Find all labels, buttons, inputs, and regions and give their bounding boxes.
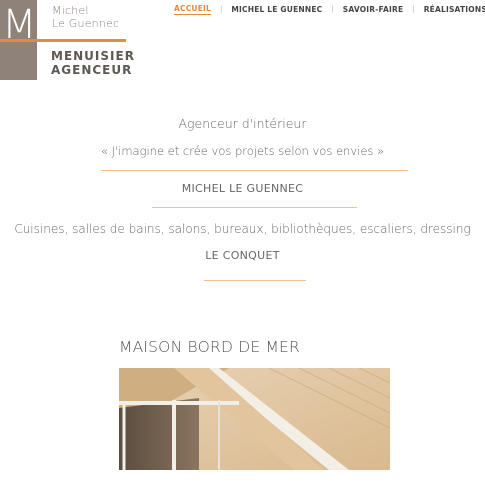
logo-accent-bar [0, 39, 37, 42]
intro-name: MICHEL LE GUENNEC [181, 182, 304, 195]
logo-tagline-1: MENUISIER [51, 49, 135, 63]
project-photo[interactable] [119, 368, 390, 470]
divider [152, 207, 357, 208]
intro-subtitle: Agenceur d'intérieur [178, 116, 307, 131]
nav-item-michel-le-guennec[interactable]: MICHEL LE GUENNEC [231, 5, 322, 14]
site-logo[interactable]: MLG Michel Le Guennec MENUISIER AGENCEUR [0, 0, 135, 82]
nav-separator: | [412, 5, 415, 13]
intro-services: Cuisines, salles de bains, salons, burea… [14, 222, 471, 236]
nav-item-savoir-faire[interactable]: SAVOIR-FAIRE [343, 5, 404, 14]
main-nav: ACCUEIL | MICHEL LE GUENNEC | SAVOIR-FAI… [174, 3, 485, 15]
divider [101, 170, 408, 171]
logo-divider [37, 39, 126, 42]
intro-quote: « J'imagine et crée vos projets selon vo… [100, 144, 385, 158]
nav-separator: | [220, 5, 223, 13]
divider [204, 280, 306, 281]
nav-item-realisations[interactable]: RÉALISATIONS [424, 5, 485, 14]
project-title[interactable]: MAISON BORD DE MER [119, 338, 300, 356]
logo-name-last: Le Guennec [52, 17, 120, 30]
logo-name-first: Michel [52, 4, 89, 17]
logo-tagline-2: AGENCEUR [51, 63, 133, 77]
project-photo-image [119, 368, 390, 470]
intro-location: LE CONQUET [205, 249, 280, 262]
nav-item-accueil[interactable]: ACCUEIL [174, 4, 211, 15]
nav-separator: | [331, 5, 334, 13]
logo-monogram: MLG [0, 0, 37, 80]
